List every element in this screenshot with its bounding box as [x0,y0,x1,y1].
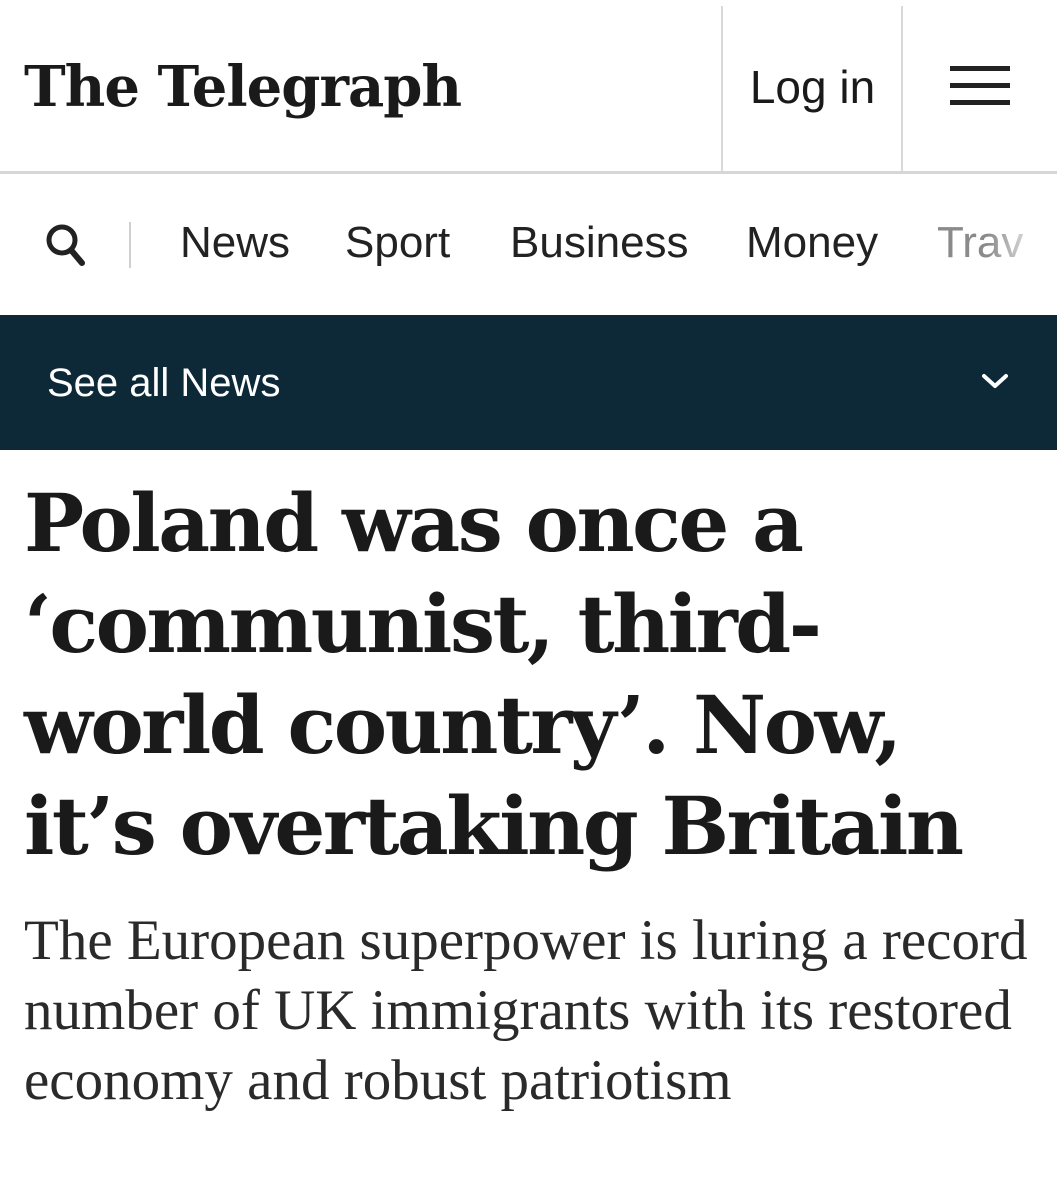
nav-item-sport[interactable]: Sport [345,212,450,274]
search-button[interactable] [40,218,90,268]
article-headline: Poland was once a ‘communist, third-worl… [24,476,964,873]
nav-item-money[interactable]: Money [746,212,878,274]
nav-item-news[interactable]: News [180,212,290,274]
site-header: The Telegraph Log in [0,0,1057,174]
telegraph-logo[interactable]: The Telegraph [24,52,462,122]
nav-divider [129,222,131,268]
see-all-news-label: See all News [47,361,281,405]
search-icon [46,224,85,266]
login-button[interactable]: Log in [724,0,901,171]
article-standfirst: The European superpower is luring a reco… [24,909,1028,1112]
header-divider [721,6,723,172]
hamburger-menu-icon [950,65,1010,106]
chevron-down-icon [982,374,1008,388]
nav-item-travel[interactable]: Trav [937,212,1023,274]
nav-item-business[interactable]: Business [510,212,689,274]
menu-button[interactable] [903,0,1057,171]
see-all-news-bar[interactable]: See all News [0,315,1057,450]
section-nav: News Sport Business Money Trav [0,174,1057,315]
